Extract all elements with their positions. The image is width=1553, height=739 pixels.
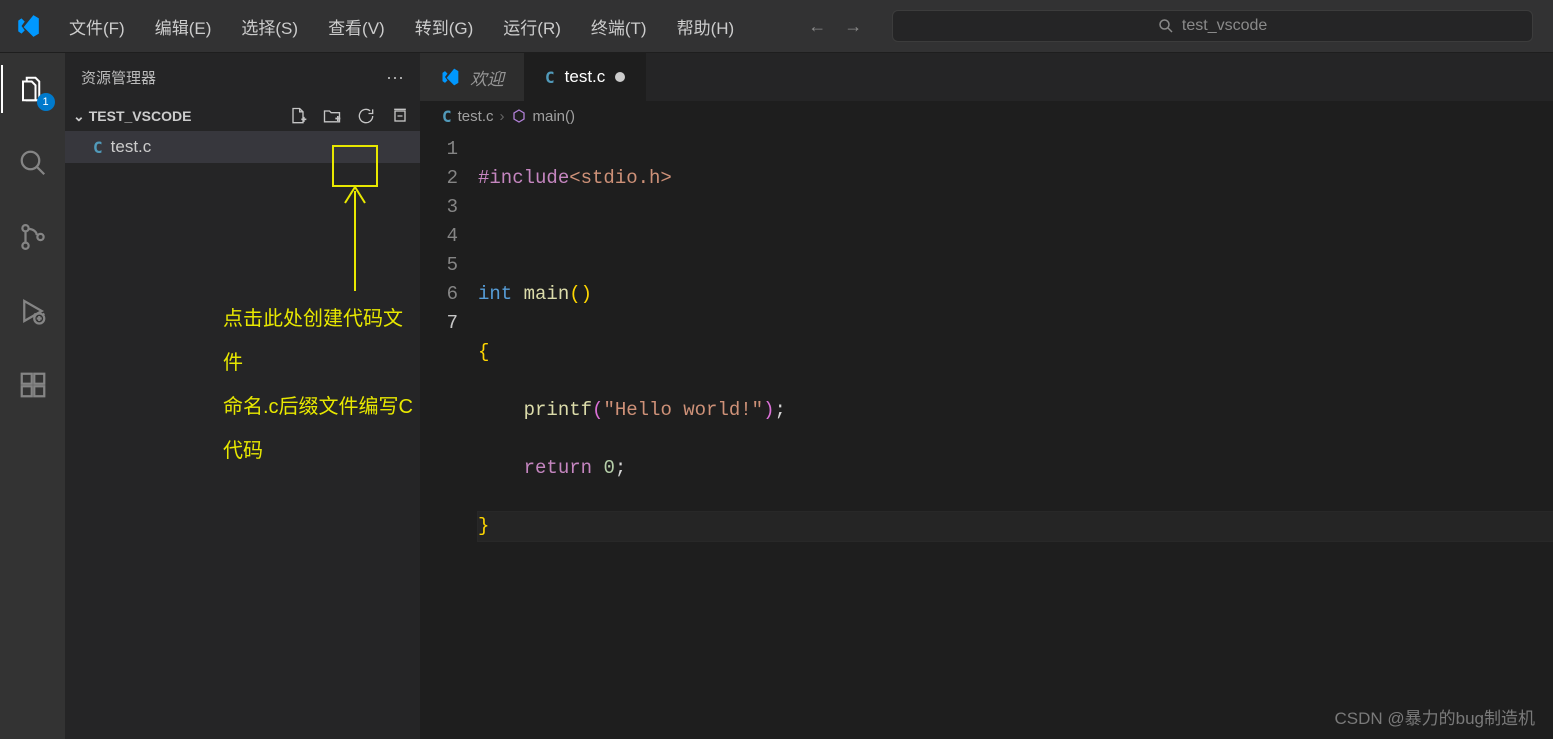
- annotation-line2: 命名.c后缀文件编写C代码: [223, 385, 420, 473]
- sidebar-title: 资源管理器: [81, 67, 156, 88]
- activity-bar: 1: [0, 53, 65, 739]
- sidebar-title-row: 资源管理器 ···: [65, 53, 420, 101]
- nav-arrows: ← →: [808, 16, 862, 37]
- tab-label: test.c: [565, 67, 606, 87]
- breadcrumb-separator: ›: [500, 108, 505, 125]
- dirty-indicator-icon: [615, 72, 625, 82]
- explorer-icon[interactable]: 1: [9, 65, 57, 113]
- c-file-icon: C: [545, 68, 555, 87]
- search-text: test_vscode: [1182, 17, 1267, 35]
- extensions-icon[interactable]: [9, 361, 57, 409]
- menu-help[interactable]: 帮助(H): [663, 8, 749, 45]
- breadcrumb-file: test.c: [458, 108, 494, 125]
- command-center-search[interactable]: test_vscode: [892, 10, 1533, 42]
- line-number: 4: [420, 222, 458, 251]
- explorer-badge: 1: [37, 93, 55, 111]
- folder-header[interactable]: ⌄ TEST_VSCODE: [65, 101, 420, 131]
- breadcrumb-symbol: main(): [533, 108, 576, 125]
- annotation-line1: 点击此处创建代码文件: [223, 297, 420, 385]
- line-number: 3: [420, 193, 458, 222]
- collapse-all-icon[interactable]: [388, 104, 412, 128]
- vscode-tab-icon: [440, 67, 460, 87]
- file-name: test.c: [111, 137, 152, 157]
- new-file-icon[interactable]: [286, 104, 310, 128]
- editor-pane: 欢迎 C test.c C test.c › main() 1 2 3 4 5 …: [420, 53, 1553, 739]
- editor-tabs: 欢迎 C test.c: [420, 53, 1553, 101]
- menu-bar: 文件(F) 编辑(E) 选择(S) 查看(V) 转到(G) 运行(R) 终端(T…: [55, 8, 748, 45]
- line-number: 7: [420, 309, 458, 338]
- c-file-icon: C: [93, 138, 103, 157]
- line-number: 2: [420, 164, 458, 193]
- menu-goto[interactable]: 转到(G): [401, 8, 488, 45]
- menu-edit[interactable]: 编辑(E): [141, 8, 226, 45]
- source-control-icon[interactable]: [9, 213, 57, 261]
- symbol-method-icon: [511, 108, 527, 124]
- tab-label: 欢迎: [470, 65, 504, 90]
- vscode-logo-icon: [0, 13, 55, 39]
- folder-name: TEST_VSCODE: [89, 108, 192, 124]
- file-item-test-c[interactable]: C test.c: [65, 131, 420, 163]
- code-editor[interactable]: 1 2 3 4 5 6 7 #include<stdio.h> int main…: [420, 131, 1553, 739]
- code-content[interactable]: #include<stdio.h> int main() { printf("H…: [478, 135, 1553, 739]
- line-number: 6: [420, 280, 458, 309]
- sidebar-explorer: 资源管理器 ··· ⌄ TEST_VSCODE C: [65, 53, 420, 739]
- tab-welcome[interactable]: 欢迎: [420, 53, 525, 101]
- tab-test-c[interactable]: C test.c: [525, 53, 646, 101]
- menu-view[interactable]: 查看(V): [314, 8, 399, 45]
- watermark-text: CSDN @暴力的bug制造机: [1334, 704, 1535, 729]
- chevron-down-icon: ⌄: [73, 108, 85, 125]
- menu-terminal[interactable]: 终端(T): [577, 8, 661, 45]
- search-activity-icon[interactable]: [9, 139, 57, 187]
- sidebar-more-icon[interactable]: ···: [386, 67, 404, 88]
- c-file-icon: C: [442, 107, 452, 126]
- breadcrumb[interactable]: C test.c › main(): [420, 101, 1553, 131]
- line-number: 5: [420, 251, 458, 280]
- line-number: 1: [420, 135, 458, 164]
- title-bar: 文件(F) 编辑(E) 选择(S) 查看(V) 转到(G) 运行(R) 终端(T…: [0, 0, 1553, 53]
- annotation-text: 点击此处创建代码文件 命名.c后缀文件编写C代码: [223, 297, 420, 473]
- menu-file[interactable]: 文件(F): [55, 8, 139, 45]
- folder-actions: [286, 104, 412, 128]
- menu-select[interactable]: 选择(S): [227, 8, 312, 45]
- menu-run[interactable]: 运行(R): [489, 8, 575, 45]
- search-icon: [1158, 18, 1174, 34]
- nav-back-icon[interactable]: ←: [808, 16, 826, 37]
- nav-forward-icon[interactable]: →: [844, 16, 862, 37]
- refresh-icon[interactable]: [354, 104, 378, 128]
- line-number-gutter: 1 2 3 4 5 6 7: [420, 135, 478, 739]
- new-folder-icon[interactable]: [320, 104, 344, 128]
- run-debug-icon[interactable]: [9, 287, 57, 335]
- annotation-arrow-icon: [337, 181, 377, 301]
